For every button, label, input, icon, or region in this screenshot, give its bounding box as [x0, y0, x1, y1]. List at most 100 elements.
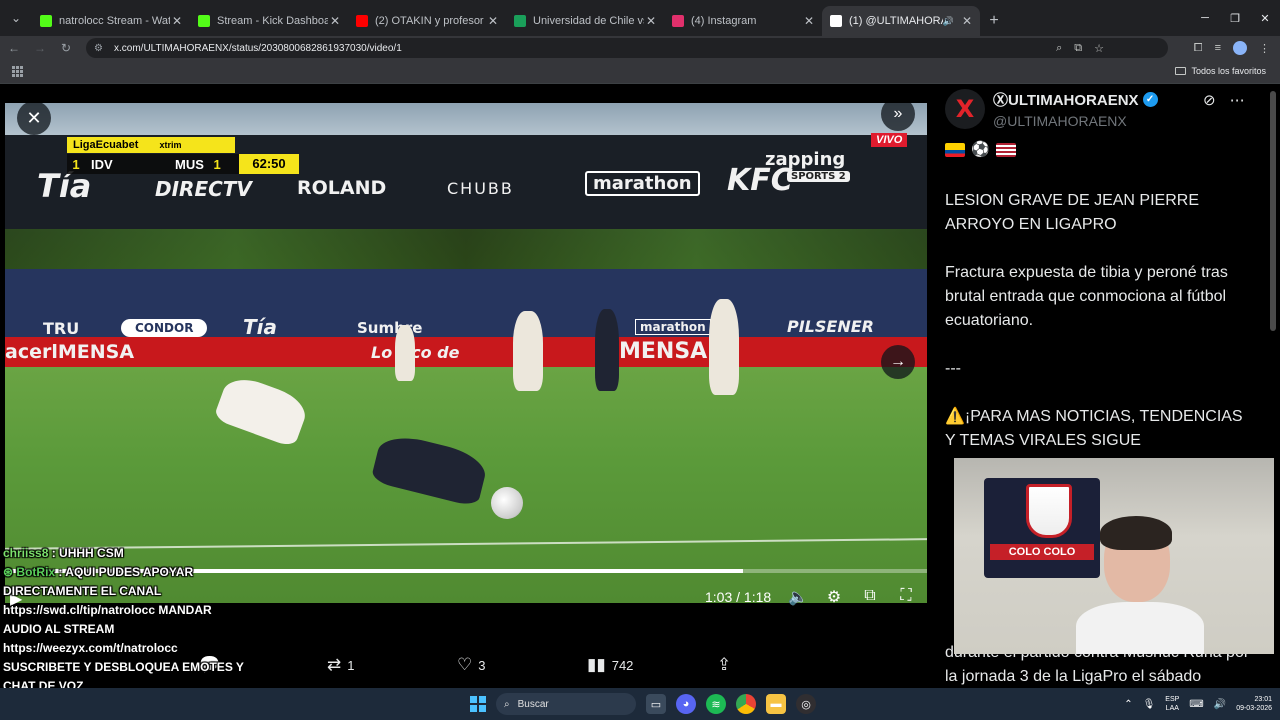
tab-title: Universidad de Chile vs Univer...	[533, 15, 644, 27]
poster-text: COLO COLO	[990, 544, 1094, 560]
tab-title: Stream - Kick Dashboard	[217, 15, 328, 27]
clock-date: 09-03-2026	[1236, 705, 1272, 712]
browser-tab[interactable]: (4) Instagram ✕	[664, 6, 822, 36]
tab-search-icon[interactable]: ⌄	[0, 0, 32, 36]
video-player[interactable]: Tía DIRECTV ROLAND CHUBB marathon KFC za…	[5, 103, 927, 603]
more-options-icon[interactable]: ⋯	[1230, 91, 1245, 109]
discord-icon[interactable]: ◕	[676, 694, 696, 714]
ad-roland: ROLAND	[297, 177, 387, 199]
maximize-icon[interactable]: ❐	[1220, 0, 1250, 36]
match-clock: 62:50	[239, 154, 299, 174]
settings-icon[interactable]: ⚙	[824, 587, 844, 607]
site-info-icon[interactable]: ⚙	[94, 43, 106, 54]
views-button[interactable]: ▮▮ 742	[587, 655, 633, 675]
total-time: 1:18	[743, 589, 772, 605]
team-crest-icon	[1026, 484, 1072, 538]
away-team-name: MUS	[175, 156, 204, 172]
author-display-name-row[interactable]: ⓍULTIMAHORAENX ✓	[993, 89, 1158, 110]
tab-close-icon[interactable]: ✕	[960, 14, 974, 28]
obs-icon[interactable]: ◎	[796, 694, 816, 714]
tab-close-icon[interactable]: ✕	[644, 14, 658, 28]
streamer-shirt	[1076, 602, 1204, 654]
player-dark-back	[595, 309, 619, 391]
fullscreen-icon[interactable]: ⛶	[896, 587, 916, 605]
task-view-icon[interactable]: ▭	[646, 694, 666, 714]
picture-in-picture-icon[interactable]: ⧉	[860, 587, 880, 605]
tab-close-icon[interactable]: ✕	[328, 14, 342, 28]
analytics-icon: ▮▮	[587, 655, 606, 674]
profile-avatar[interactable]	[1233, 41, 1247, 55]
tab-close-icon[interactable]: ✕	[486, 14, 500, 28]
back-icon[interactable]: ←	[2, 36, 26, 60]
taskbar-search[interactable]: ⌕ Buscar	[496, 693, 636, 715]
microphone-icon[interactable]: 🎙	[1143, 699, 1156, 710]
author-handle[interactable]: @ULTIMAHORAENX	[993, 113, 1158, 129]
league-sponsor: xtrim	[159, 140, 182, 150]
minimize-icon[interactable]: ─	[1190, 0, 1220, 36]
bookmark-star-icon[interactable]: ☆	[1094, 42, 1104, 55]
tray-overflow-icon[interactable]: ⌃	[1124, 699, 1132, 710]
ad-acermensa: acerlMENSA	[5, 341, 135, 363]
file-explorer-icon[interactable]: ▬	[766, 694, 786, 714]
ad-lo-rico: Lo rico de	[371, 343, 460, 362]
repost-button[interactable]: ⇄ 1	[327, 655, 354, 675]
grok-icon[interactable]: ⊘	[1203, 91, 1216, 109]
apps-grid-icon[interactable]	[12, 66, 23, 77]
kick-icon	[198, 15, 210, 27]
browser-toolbar: ← → ↻ ⚙ x.com/ULTIMAHORAENX/status/20308…	[0, 36, 1280, 60]
zoom-icon[interactable]: ⌕	[1056, 42, 1062, 55]
folder-icon	[1175, 67, 1187, 75]
tweet-author[interactable]: X ⓍULTIMAHORAENX ✓ @ULTIMAHORAENX	[945, 89, 1158, 129]
home-team: IDV	[91, 156, 113, 172]
close-window-icon[interactable]: ✕	[1250, 0, 1280, 36]
chrome-icon[interactable]	[736, 694, 756, 714]
ad-chubb: CHUBB	[447, 179, 514, 198]
tab-close-icon[interactable]: ✕	[802, 14, 816, 28]
ad-mensa: MENSA	[619, 339, 708, 364]
new-tab-button[interactable]: +	[980, 6, 1008, 36]
browser-tab[interactable]: Universidad de Chile vs Univer...✕	[506, 6, 664, 36]
share-button[interactable]: ⇪	[717, 655, 731, 675]
reload-icon[interactable]: ↻	[54, 36, 78, 60]
tab-close-icon[interactable]: ✕	[170, 14, 184, 28]
forward-icon[interactable]: →	[28, 36, 52, 60]
ecuador-flag-icon	[945, 143, 965, 157]
soccer-ball-icon: ⚽	[971, 141, 990, 158]
middle-ad-board: TRU CONDOR Tía Sumbre marathon PILSENER	[5, 269, 927, 339]
browser-tab-strip: ⌄ natrolocc Stream - Watch Live o✕Stream…	[0, 0, 1280, 36]
start-menu-icon[interactable]	[470, 696, 486, 712]
next-media-icon[interactable]: →	[881, 345, 915, 379]
current-time: 1:03	[705, 589, 733, 605]
volume-icon[interactable]: 🔈	[788, 587, 808, 607]
language-code: ESP	[1165, 696, 1180, 703]
chrome-menu-icon[interactable]: ⋮	[1259, 42, 1270, 55]
browser-tab[interactable]: (2) OTAKIN y profesor Klocker...✕	[348, 6, 506, 36]
extensions-icon[interactable]: ⧠	[1194, 42, 1203, 55]
background-trees	[5, 229, 927, 269]
instagram-icon	[672, 15, 684, 27]
team-poster: COLO COLO	[984, 478, 1100, 578]
network-icon[interactable]: ⌨	[1189, 699, 1203, 710]
repost-count: 1	[347, 657, 355, 673]
system-clock[interactable]: 23:01 09-03-2026	[1236, 695, 1272, 713]
like-button[interactable]: ♡ 3	[457, 655, 485, 675]
input-language[interactable]: ESP LAA	[1165, 695, 1179, 713]
tab-audio-icon[interactable]: 🔊	[943, 16, 954, 27]
address-bar[interactable]: ⚙ x.com/ULTIMAHORAENX/status/20308006828…	[86, 38, 1168, 58]
home-score: 1	[72, 156, 80, 172]
browser-tab[interactable]: (1) @ULTIMAHORAENX en🔊 ✕	[822, 6, 980, 36]
bookmarks-bar: Todos los favoritos	[0, 60, 1280, 84]
panel-scrollbar-thumb[interactable]	[1270, 91, 1276, 331]
spotify-icon[interactable]: ≋	[706, 694, 726, 714]
browser-tab[interactable]: Stream - Kick Dashboard ✕	[190, 6, 348, 36]
cast-icon[interactable]: ⧉	[1074, 42, 1082, 55]
chat-message: chriiss8 : UHHH CSM	[3, 544, 253, 563]
all-bookmarks-button[interactable]: Todos los favoritos	[1175, 66, 1266, 76]
broadcaster-logo: zapping	[765, 149, 846, 170]
stadium-roof	[5, 103, 927, 139]
speaker-icon[interactable]: 🔊	[1214, 699, 1226, 710]
tweet-body: LESION GRAVE DE JEAN PIERRE ARROYO EN LI…	[945, 192, 1243, 449]
browser-tab[interactable]: natrolocc Stream - Watch Live o✕	[32, 6, 190, 36]
media-control-icon[interactable]: ≡	[1215, 42, 1221, 54]
author-avatar[interactable]: X	[945, 89, 985, 129]
